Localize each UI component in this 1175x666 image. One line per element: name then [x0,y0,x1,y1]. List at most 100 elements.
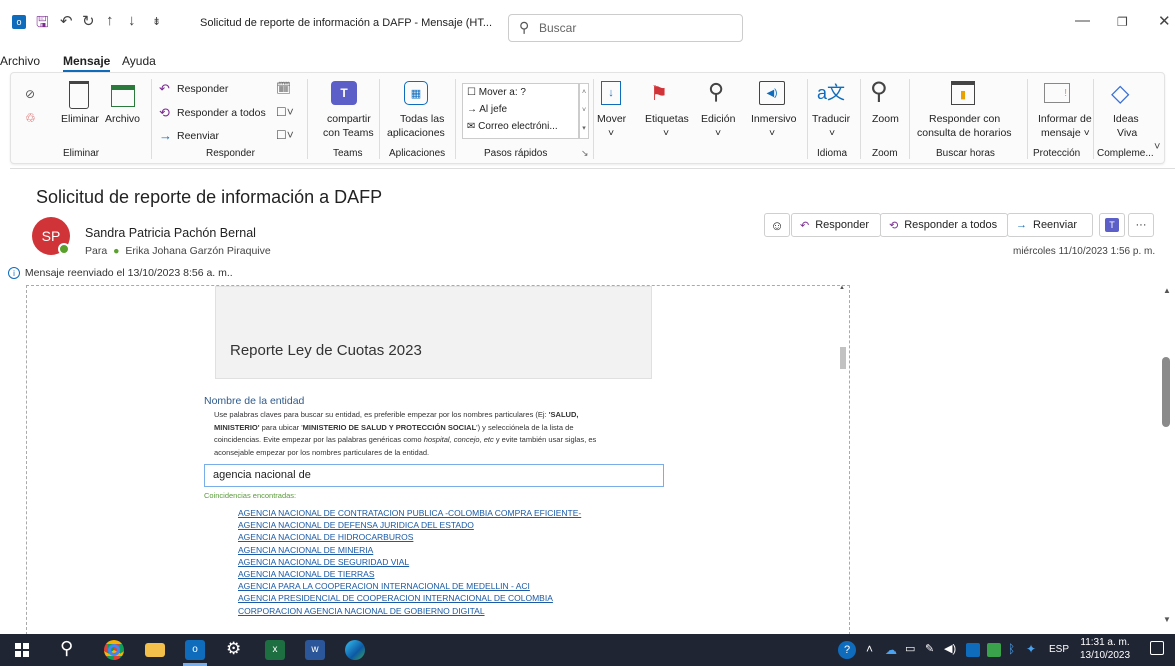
undo-icon[interactable]: ↶ [60,12,73,30]
im-icon[interactable]: ☐˅ [276,105,294,119]
reply-button[interactable]: Responder [177,83,228,95]
forward-action-button[interactable]: → Reenviar [1007,213,1093,237]
archive-icon[interactable] [111,85,135,107]
immersive-button[interactable]: Inmersivo [751,113,797,125]
file-explorer-icon[interactable] [145,643,165,657]
match-link[interactable]: AGENCIA PARA LA COOPERACION INTERNACIONA… [238,581,530,591]
onedrive-icon[interactable]: ☁ [885,643,897,657]
report-icon[interactable]: ♲ [25,111,36,125]
recipient-name[interactable]: Erika Johana Garzón Piraquive [125,245,270,257]
network-icon[interactable]: ▭ [905,642,915,655]
quick-step-boss[interactable]: → Al jefe [467,104,507,115]
match-link[interactable]: AGENCIA NACIONAL DE SEGURIDAD VIAL [238,557,409,567]
tags-chevron-icon[interactable]: ˅ [663,127,669,139]
settings-icon[interactable]: ⚙ [226,639,241,659]
match-link[interactable]: AGENCIA NACIONAL DE CONTRATACION PUBLICA… [238,508,581,518]
more-respond-icon[interactable]: ☐˅ [276,128,294,142]
forward-button[interactable]: Reenviar [177,130,219,142]
calendar-schedule-icon[interactable]: ▮ [951,81,975,105]
scroll-up-icon[interactable]: ▲ [839,285,845,291]
translate-chevron-icon[interactable]: ˅ [829,127,835,139]
apps-icon[interactable]: ▦ [404,81,428,105]
translate-button[interactable]: Traducir [812,113,850,125]
reply-all-button[interactable]: Responder a todos [177,107,266,119]
viva-ideas-button[interactable]: Ideas [1113,113,1139,125]
tags-button[interactable]: Etiquetas [645,113,689,125]
delete-button[interactable]: Eliminar [61,113,99,125]
ignore-icon[interactable]: ⊘ [25,87,35,101]
reply-action-button[interactable]: ↶ Responder [791,213,881,237]
menu-ayuda[interactable]: Ayuda [122,54,156,68]
more-actions-button[interactable]: ··· [1128,213,1154,237]
ribbon-expand-chevron-icon[interactable]: ˅ [1154,141,1160,153]
app-tray-icon[interactable]: ✦ [1026,642,1036,656]
customize-toolbar-icon[interactable]: ⇟ [152,15,161,28]
meeting-icon[interactable]: 🗓 [276,81,291,95]
share-teams-button[interactable]: compartir [327,113,371,125]
match-link[interactable]: AGENCIA NACIONAL DE TIERRAS [238,569,375,579]
search-input[interactable]: ⚲ Buscar [508,14,743,42]
pane-scroll-up-icon[interactable]: ▲ [1163,286,1171,295]
pane-scrollbar[interactable]: ▲ ▼ [1160,279,1174,629]
pen-icon[interactable]: ✎ [925,642,934,655]
archive-button[interactable]: Archivo [105,113,140,125]
teams-action-button[interactable]: T [1099,213,1125,237]
restore-button[interactable]: ❐ [1117,15,1128,29]
tray-chevron-icon[interactable]: ˄ [866,642,873,656]
search-icon[interactable]: ⚲ [60,638,73,659]
match-link[interactable]: CORPORACION AGENCIA NACIONAL DE GOBIERNO… [238,606,485,616]
match-link[interactable]: AGENCIA PRESIDENCIAL DE COOPERACION INTE… [238,593,553,603]
edge-icon[interactable] [345,640,365,660]
sender-name[interactable]: Sandra Patricia Pachón Bernal [85,226,256,240]
report-message-button[interactable]: Informar de [1038,113,1092,125]
match-link[interactable]: AGENCIA NACIONAL DE HIDROCARBUROS [238,532,413,542]
arrow-up-icon[interactable]: ↑ [106,12,114,29]
edit-button[interactable]: Edición [701,113,735,125]
schedule-reply-button[interactable]: Responder con [929,113,1000,125]
excel-icon[interactable]: x [265,640,285,660]
viva-insights-icon[interactable]: ◇ [1111,79,1129,108]
body-scroll-thumb[interactable] [840,347,846,369]
match-link[interactable]: AGENCIA NACIONAL DE MINERIA [238,545,373,555]
quick-steps-scroll[interactable]: ˄ ˅ ▾ [579,83,589,139]
report-message-icon[interactable]: ! [1044,83,1070,103]
windows-start-icon[interactable] [15,643,29,657]
teams-icon[interactable]: T [331,81,357,105]
notifications-icon[interactable] [1150,641,1164,655]
menu-archivo[interactable]: Archivo [0,54,40,68]
reply-all-action-button[interactable]: ⟲ Responder a todos [880,213,1008,237]
translate-icon[interactable]: a文 [817,79,845,105]
bluetooth-icon[interactable]: ᛒ [1008,642,1015,656]
language-indicator[interactable]: ESP [1049,644,1069,655]
arrow-down-icon[interactable]: ↓ [128,12,136,29]
help-tray-icon[interactable]: ? [838,641,856,659]
zoom-icon[interactable]: ⚲ [870,77,888,106]
entity-search-input[interactable]: agencia nacional de [204,464,664,487]
chrome-icon[interactable] [104,640,124,660]
shield-icon[interactable] [987,643,1001,657]
immersive-chevron-icon[interactable]: ˅ [769,127,775,139]
clock[interactable]: 11:31 a. m. 13/10/2023 [1080,636,1130,662]
menu-mensaje[interactable]: Mensaje [63,54,111,72]
move-button[interactable]: Mover [597,113,626,125]
minimize-button[interactable]: — [1075,12,1090,29]
outlook-tray-icon[interactable] [966,643,980,657]
immersive-reader-icon[interactable]: ◀) [759,81,785,105]
emoji-reaction-button[interactable]: ☺ [764,213,790,237]
quick-steps-gallery[interactable]: ☐ Mover a: ? → Al jefe ✉ Correo electrón… [462,83,579,139]
zoom-button[interactable]: Zoom [872,113,899,125]
flag-icon[interactable]: ⚑ [650,81,668,106]
pane-scroll-down-icon[interactable]: ▼ [1163,615,1171,624]
word-icon[interactable]: w [305,640,325,660]
edit-chevron-icon[interactable]: ˅ [715,127,721,139]
close-button[interactable]: ✕ [1158,12,1171,30]
move-icon[interactable]: ↓ [601,81,621,105]
body-scrollbar[interactable]: ▲ [838,285,848,635]
volume-icon[interactable]: ◀) [944,642,956,655]
match-link[interactable]: AGENCIA NACIONAL DE DEFENSA JURIDICA DEL… [238,520,474,530]
trash-icon[interactable] [69,81,89,109]
search-edit-icon[interactable]: ⚲ [708,79,724,105]
outlook-taskbar-icon[interactable]: o [185,640,205,660]
save-icon[interactable]: 🖫 [36,12,49,37]
dialog-launcher-icon[interactable]: ↘ [581,148,589,159]
